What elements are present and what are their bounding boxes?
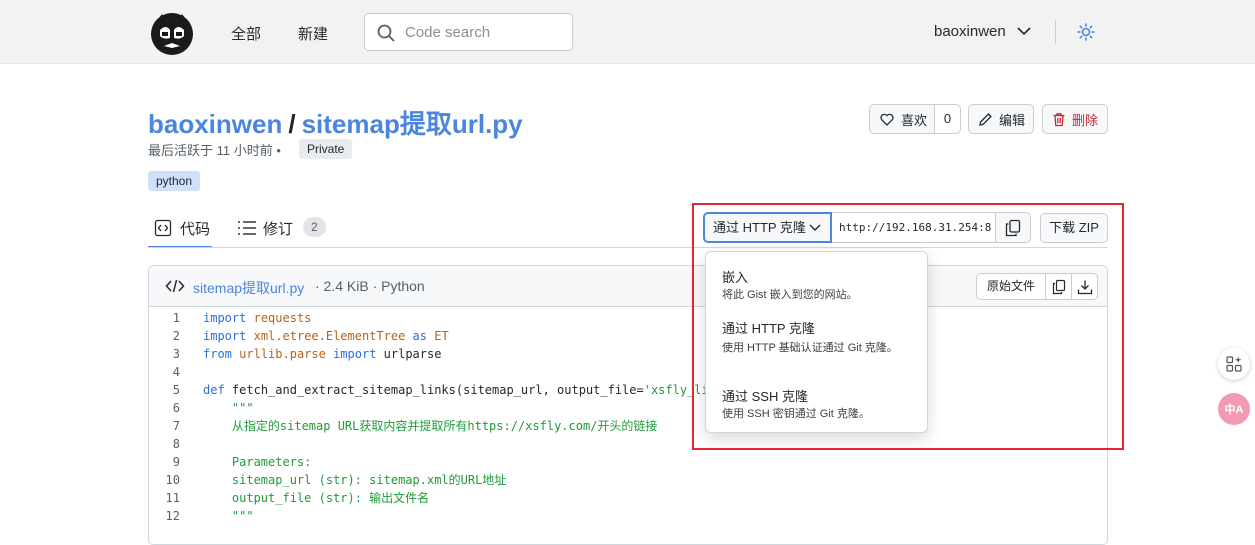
search-icon [377, 24, 395, 42]
line-number[interactable]: 1 [149, 309, 180, 327]
delete-button[interactable]: 删除 [1042, 104, 1108, 134]
revisions-count-badge: 2 [303, 217, 326, 237]
line-number[interactable]: 6 [149, 399, 180, 417]
tab-code-label: 代码 [180, 221, 211, 238]
code-text: Parameters: [203, 455, 312, 469]
line-number[interactable]: 11 [149, 489, 180, 507]
line-number[interactable]: 10 [149, 471, 180, 489]
nav-new-link[interactable]: 新建 [298, 23, 328, 44]
header-divider [1055, 20, 1056, 44]
tab-revisions-label: 修订 [263, 221, 294, 238]
code-text: sitemap_url (str): sitemap.xml的URL地址 [203, 473, 507, 487]
private-badge: Private [299, 139, 353, 159]
star-button[interactable]: 喜欢 0 [869, 104, 961, 134]
line-number[interactable]: 8 [149, 435, 180, 453]
owner-link[interactable]: baoxinwen [148, 109, 282, 139]
tab-code[interactable]: 代码 [148, 212, 212, 248]
language-tag[interactable]: python [148, 171, 201, 191]
search-input[interactable] [405, 22, 565, 42]
code-line: 12 """ [149, 507, 1107, 525]
pencil-icon [979, 112, 992, 126]
line-number[interactable]: 9 [149, 453, 180, 471]
nav-all-link[interactable]: 全部 [231, 23, 261, 44]
code-square-icon [154, 219, 172, 237]
translate-label: 中A [1224, 404, 1244, 416]
line-number[interactable]: 4 [149, 363, 180, 381]
file-code-icon [165, 279, 185, 293]
file-name-link[interactable]: sitemap提取url.py [193, 278, 304, 298]
code-line: 11 output_file (str): 输出文件名 [149, 489, 1107, 507]
code-text: """ [203, 509, 254, 523]
code-text: 从指定的sitemap URL获取内容并提取所有https://xsfly.co… [203, 419, 658, 433]
trash-icon [1053, 112, 1065, 126]
line-number[interactable]: 3 [149, 345, 180, 363]
heart-icon [880, 113, 894, 126]
title-separator: / [288, 109, 296, 139]
code-line: 10 sitemap_url (str): sitemap.xml的URL地址 [149, 471, 1107, 489]
user-menu[interactable]: baoxinwen [934, 23, 1006, 40]
annotation-highlight-box [692, 203, 1124, 450]
line-number[interactable]: 5 [149, 381, 180, 399]
star-count: 0 [934, 105, 960, 133]
code-line: 9 Parameters: [149, 453, 1107, 471]
code-text: import requests [203, 311, 312, 325]
code-text: from urllib.parse import urlparse [203, 347, 442, 361]
star-label: 喜欢 [901, 112, 928, 128]
code-text: def fetch_and_extract_sitemap_links(site… [203, 383, 731, 397]
line-number[interactable]: 7 [149, 417, 180, 435]
theme-toggle-sun-icon[interactable] [1077, 23, 1095, 41]
code-search-box[interactable] [364, 13, 573, 51]
list-icon [238, 221, 256, 235]
tab-revisions[interactable]: 修订 2 [237, 212, 326, 248]
gitea-cat-logo-icon[interactable] [148, 10, 196, 56]
top-navbar: 全部 新建 baoxinwen [0, 0, 1255, 64]
code-text: """ [203, 401, 254, 415]
edit-label: 编辑 [999, 112, 1026, 128]
translate-button[interactable]: 中A [1218, 393, 1250, 425]
page-title: baoxinwen / sitemap提取url.py [148, 104, 523, 141]
sparkle-grid-icon [1226, 356, 1242, 372]
ai-assistant-button[interactable] [1218, 348, 1250, 380]
delete-label: 删除 [1072, 112, 1099, 128]
code-text: import xml.etree.ElementTree as ET [203, 329, 449, 343]
chevron-down-icon[interactable] [1017, 26, 1031, 36]
code-text: output_file (str): 输出文件名 [203, 491, 430, 505]
gist-filename-link[interactable]: sitemap提取url.py [302, 109, 523, 139]
line-number[interactable]: 2 [149, 327, 180, 345]
file-info: · 2.4 KiB · Python [315, 278, 425, 294]
edit-button[interactable]: 编辑 [968, 104, 1034, 134]
line-number[interactable]: 12 [149, 507, 180, 525]
last-active-text: 最后活跃于 11 小时前 • [148, 143, 281, 158]
